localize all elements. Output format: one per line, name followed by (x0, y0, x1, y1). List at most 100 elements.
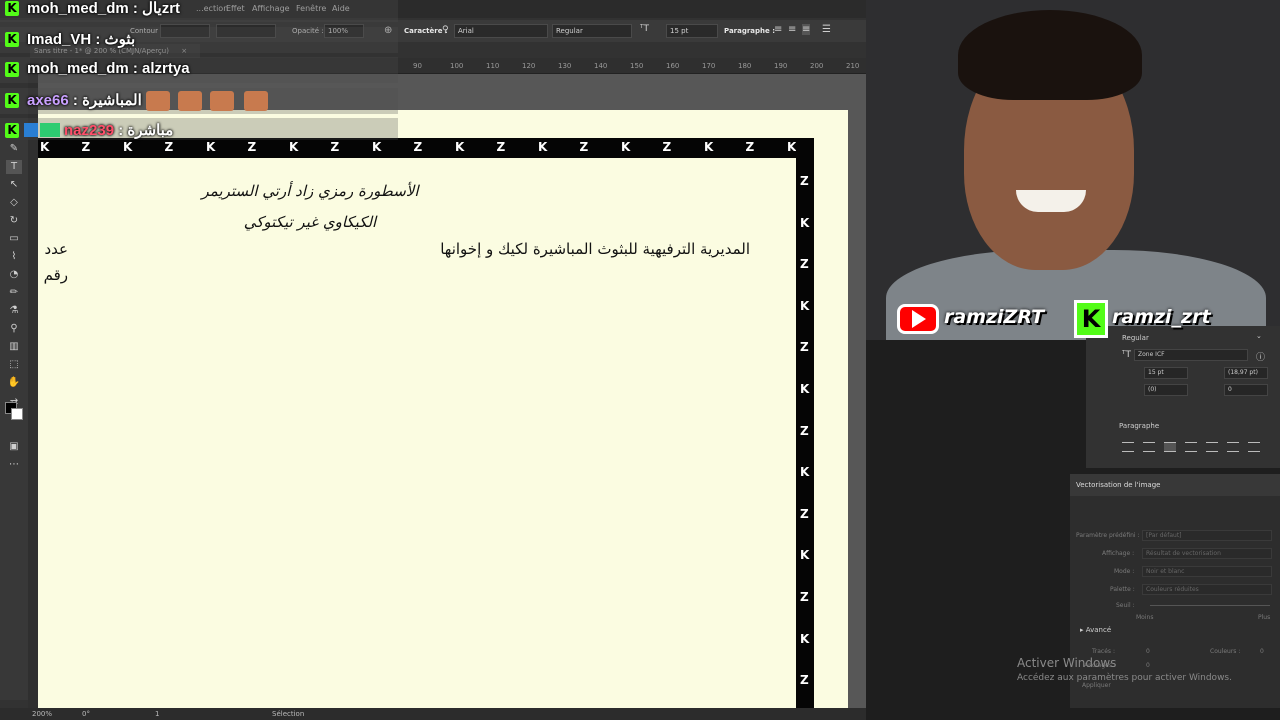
rotation-value[interactable]: 0° (82, 710, 90, 718)
direct-select-tool-icon[interactable]: ↖ (6, 178, 22, 192)
zoom-level[interactable]: 200% (32, 710, 52, 718)
text-zone-field[interactable]: Zone ICF (1134, 349, 1248, 361)
activation-watermark-title: Activer Windows (1017, 656, 1117, 670)
align-right-icon[interactable] (1164, 442, 1176, 452)
list-options-icon[interactable]: ☰ (822, 24, 831, 35)
anchors-value: 0 (1146, 662, 1150, 669)
text-zone-icon: ᵀT (1122, 350, 1131, 360)
palette-field[interactable]: Couleurs réduites (1142, 584, 1272, 595)
apply-button[interactable]: Appliquer (1082, 682, 1111, 689)
font-size-field[interactable]: 15 pt (666, 24, 718, 38)
strip-logo-mark: K (206, 140, 216, 154)
chat-message: K moh_med_dm : يالzrt (0, 0, 398, 22)
kick-badge-icon: K (5, 62, 19, 77)
strip-logo-mark: K (372, 140, 382, 154)
kick-badge-icon: K (5, 123, 19, 138)
screen-mode-icon[interactable]: ▣ (6, 440, 22, 454)
justify-left-icon[interactable] (1185, 442, 1197, 452)
ruler-tick: 200 (810, 62, 824, 70)
strip-logo-mark: K (800, 548, 810, 563)
count-label[interactable]: عدد (38, 240, 68, 258)
chart-tool-icon[interactable]: ▥ (6, 340, 22, 354)
webcam-smile (1016, 190, 1086, 212)
main-text-line[interactable]: المديرية الترفيهية للبثوث المباشيرة لكيك… (420, 240, 750, 258)
paragraph-label[interactable]: Paragraphe : (724, 27, 775, 35)
info-icon[interactable]: ⓘ (1256, 350, 1265, 363)
paths-value: 0 (1146, 648, 1150, 655)
align-center-icon[interactable] (1143, 442, 1155, 452)
strip-logo-mark: Z (662, 140, 672, 154)
hand-tool-icon[interactable]: ✋ (6, 376, 22, 390)
strip-logo-mark: Z (579, 140, 589, 154)
strip-logo-mark: Z (800, 590, 809, 604)
justify-all-icon[interactable] (1248, 442, 1260, 452)
strip-logo-mark: Z (247, 140, 257, 154)
align-center-icon[interactable]: ≡ (788, 24, 796, 35)
leading-field[interactable]: (18,97 pt) (1224, 367, 1268, 379)
ruler-tick: 210 (846, 62, 860, 70)
mode-label: Mode : (1114, 568, 1135, 575)
ruler-tick: 100 (450, 62, 464, 70)
threshold-slider[interactable] (1150, 605, 1270, 606)
more-tools-icon[interactable]: ⋯ (6, 458, 22, 472)
shape-builder-tool-icon[interactable]: ◔ (6, 268, 22, 282)
chat-message: K moh_med_dm : alzrtya (0, 57, 398, 83)
film-strip-right: Z K Z K Z K Z K Z K Z K Z (796, 138, 814, 708)
advanced-toggle[interactable]: ▸ Avancé (1080, 626, 1111, 634)
number-label[interactable]: رقم (38, 266, 68, 284)
align-left-icon[interactable]: ≡ (774, 24, 782, 35)
strip-logo-mark: Z (800, 506, 809, 521)
strip-logo-mark: K (538, 140, 548, 154)
ruler-tick: 170 (702, 62, 716, 70)
align-right-icon[interactable]: ≡ (802, 24, 811, 35)
film-strip-top: KZKZKZKZKZKZKZKZKZK (38, 138, 814, 158)
strip-logo-mark: K (704, 140, 714, 154)
search-icon: ⚲ (442, 25, 449, 35)
kerning-field[interactable]: (0) (1144, 384, 1188, 396)
ruler-tick: 90 (413, 62, 422, 70)
font-size-field[interactable]: 15 pt (1144, 367, 1188, 379)
tracking-field[interactable]: 0 (1224, 384, 1268, 396)
justify-right-icon[interactable] (1227, 442, 1239, 452)
ruler-tick: 110 (486, 62, 500, 70)
justify-center-icon[interactable] (1206, 442, 1218, 452)
zoom-tool-icon[interactable]: ⚲ (6, 322, 22, 336)
chat-message-text: يالzrt (142, 0, 181, 17)
display-field[interactable]: Résultat de vectorisation (1142, 548, 1272, 559)
artboard-index[interactable]: 1 (155, 710, 159, 718)
calligraphy-line-1[interactable]: الأسطورة رمزي زاد أرتي الستريمر (200, 182, 420, 200)
preset-field[interactable]: [Par défaut] (1142, 530, 1272, 541)
kick-logo-icon: K (1074, 300, 1108, 338)
paragraph-panel: Paragraphe (1110, 420, 1280, 468)
font-style-field[interactable]: Regular (552, 24, 632, 38)
align-left-icon[interactable] (1122, 442, 1134, 452)
ruler-tick: 130 (558, 62, 572, 70)
stroke-color-swatch[interactable] (11, 408, 23, 420)
strip-logo-mark: Z (800, 257, 809, 272)
rotate-tool-icon[interactable]: ↻ (6, 214, 22, 228)
eraser-tool-icon[interactable]: ◇ (6, 196, 22, 210)
pencil-tool-icon[interactable]: ✏ (6, 286, 22, 300)
pen-tool-icon[interactable]: ✎ (6, 142, 22, 156)
strip-logo-mark: K (123, 140, 133, 154)
strip-logo-mark: K (800, 465, 810, 480)
rectangle-tool-icon[interactable]: ▭ (6, 232, 22, 246)
gift-badge-icon (40, 123, 60, 137)
artboard-tool-icon[interactable]: ⬚ (6, 358, 22, 372)
strip-logo-mark: Z (800, 174, 809, 188)
font-family-field[interactable]: Arial (454, 24, 548, 38)
chevron-down-icon[interactable]: ⌄ (1256, 332, 1262, 340)
mode-field[interactable]: Noir et blanc (1142, 566, 1272, 577)
strip-logo-mark: Z (800, 340, 809, 355)
font-size-icon: ᵀT (640, 24, 649, 34)
brush-tool-icon[interactable]: ⌇ (6, 250, 22, 264)
strip-logo-mark: Z (745, 140, 755, 154)
strip-logo-mark: K (787, 140, 797, 154)
strip-logo-mark: K (455, 140, 465, 154)
type-tool-icon[interactable]: T (6, 160, 22, 174)
artboard[interactable] (38, 110, 848, 710)
font-style-value[interactable]: Regular (1122, 334, 1149, 342)
calligraphy-line-2[interactable]: الكيكاوي غير تيكتوكي (230, 213, 390, 231)
vertical-ruler (28, 74, 38, 708)
eyedropper-tool-icon[interactable]: ⚗ (6, 304, 22, 318)
